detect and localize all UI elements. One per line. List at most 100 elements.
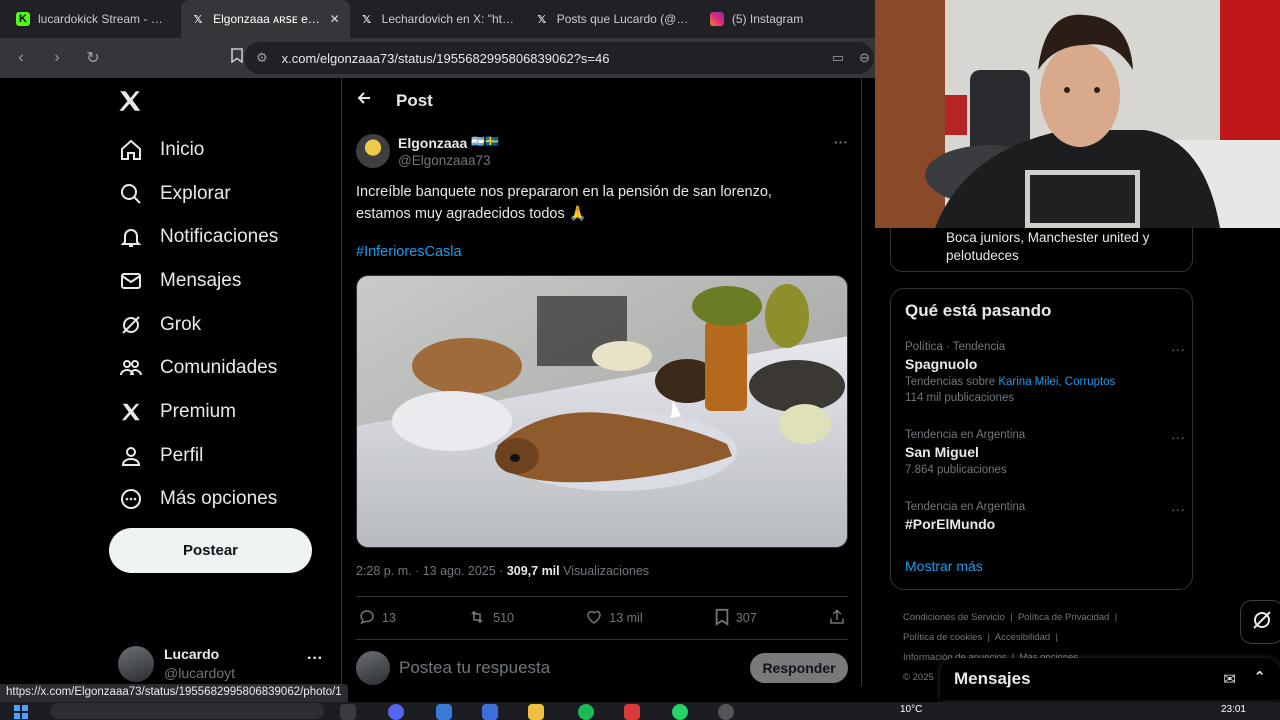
communities-icon (118, 355, 144, 381)
status-url: https://x.com/Elgonzaaa73/status/1955682… (0, 684, 348, 702)
bookmark-count: 307 (735, 611, 757, 625)
share-icon (828, 608, 846, 629)
repost-action[interactable]: 510 (467, 608, 514, 629)
views-count: 309,7 mil (506, 564, 560, 578)
expand-icon[interactable]: ⌃ (1253, 668, 1266, 686)
clock-app-icon[interactable] (718, 704, 734, 720)
bell-icon (118, 224, 144, 250)
bookmark-icon (714, 608, 730, 629)
close-icon[interactable]: ✕ (330, 12, 340, 26)
new-message-icon[interactable]: ✉ (1223, 670, 1236, 688)
repost-icon (467, 608, 487, 629)
author-avatar[interactable] (356, 134, 390, 168)
author-name[interactable]: Elgonzaaa (398, 135, 467, 151)
tweet-text: Increíble banquete nos prepararon en la … (356, 184, 772, 222)
author-handle[interactable]: @Elgonzaaa73 (398, 153, 491, 168)
main-column: Post Elgonzaaa 🇦🇷🇸🇪 @Elgonzaaa73 ··· Inc… (342, 78, 862, 686)
sidebar-item-mas-opciones[interactable]: Más opciones (118, 479, 277, 519)
messages-drawer-title: Mensajes (954, 669, 1031, 688)
cast-icon[interactable]: ▭ (832, 50, 844, 66)
x-icon: 𝕏 (362, 13, 372, 26)
like-action[interactable]: 13 mil (585, 608, 643, 629)
reply-button[interactable]: Responder (750, 653, 848, 683)
sidebar: Inicio Explorar Notificaciones Mensajes … (0, 78, 342, 686)
tab-posts-lucardo[interactable]: 𝕏 Posts que Lucardo (@lucar (525, 0, 700, 38)
obs-icon[interactable] (624, 704, 640, 720)
x-premium-icon (118, 399, 144, 425)
browser-toolbar: ‹ › ↻ ⚙ x.com/elgonzaaa73/status/1955682… (0, 38, 875, 78)
app-icon[interactable] (482, 704, 498, 720)
discord-icon[interactable] (388, 704, 404, 720)
back-icon[interactable]: ‹ (10, 49, 32, 67)
taskbar-search[interactable] (50, 703, 324, 719)
views-label: Visualizaciones (563, 564, 650, 578)
sidebar-item-premium[interactable]: Premium (118, 392, 236, 432)
task-view-icon[interactable] (340, 704, 356, 720)
spotify-icon[interactable] (578, 704, 594, 720)
back-arrow-icon[interactable] (356, 90, 372, 111)
trend-item[interactable]: Política · Tendencia Spagnuolo Tendencia… (905, 341, 1185, 404)
hashtag-link[interactable]: #InferioresCasla (356, 244, 462, 260)
whatsapp-icon[interactable] (672, 704, 688, 720)
trends-panel: Qué está pasando Política · Tendencia Sp… (890, 288, 1193, 590)
x-logo-icon[interactable] (117, 88, 147, 118)
address-bar[interactable]: ⚙ x.com/elgonzaaa73/status/1955682995806… (244, 42, 874, 74)
tab-instagram[interactable]: (5) Instagram (700, 0, 875, 38)
folder-icon[interactable] (528, 704, 544, 720)
avatar (118, 646, 154, 682)
grok-floating-button[interactable] (1240, 600, 1280, 644)
messages-drawer[interactable]: Mensajes ✉ ⌃ (940, 658, 1280, 700)
like-count: 13 mil (609, 611, 643, 625)
account-switcher[interactable]: Lucardo @lucardoyt ··· (118, 644, 333, 686)
reply-icon (358, 608, 376, 629)
trend-item[interactable]: Tendencia en Argentina #PorElMundo ··· (905, 501, 1185, 532)
share-action[interactable] (828, 608, 846, 629)
bookmark-action[interactable]: 307 (714, 608, 757, 629)
forward-icon[interactable]: › (46, 49, 68, 67)
tab-elgonzaaa[interactable]: 𝕏 Elgonzaaa ᴀʀꜱᴇ en X: "Incre ✕ (181, 0, 350, 38)
sidebar-item-comunidades[interactable]: Comunidades (118, 348, 277, 388)
more-dots-icon[interactable]: ··· (834, 134, 848, 150)
sidebar-item-perfil[interactable]: Perfil (118, 436, 203, 476)
reply-count: 13 (382, 611, 396, 625)
more-dots-icon[interactable]: ··· (1171, 429, 1185, 445)
reply-action[interactable]: 13 (358, 608, 396, 629)
tweet-photo[interactable] (356, 275, 848, 548)
grok-icon (1250, 608, 1274, 637)
show-more-link[interactable]: Mostrar más (905, 558, 983, 574)
weather-text: 10°C (900, 704, 923, 715)
kick-icon: K (16, 12, 30, 26)
tab-kick[interactable]: K lucardokick Stream - Watch (6, 0, 181, 38)
browser-tab-strip: K lucardokick Stream - Watch 𝕏 Elgonzaaa… (0, 0, 875, 38)
sidebar-item-inicio[interactable]: Inicio (118, 130, 204, 170)
post-timestamp[interactable]: 2:28 p. m. · 13 ago. 2025 · (356, 564, 503, 578)
post-metadata: 2:28 p. m. · 13 ago. 2025 · 309,7 mil Vi… (356, 564, 649, 578)
more-dots-icon[interactable]: ··· (1171, 501, 1185, 517)
zoom-icon[interactable]: ⊖ (859, 50, 870, 66)
x-icon: 𝕏 (537, 13, 547, 26)
sidebar-item-mensajes[interactable]: Mensajes (118, 261, 241, 301)
post-button[interactable]: Postear (109, 528, 312, 573)
trend-item[interactable]: Tendencia en Argentina San Miguel 7.864 … (905, 429, 1185, 476)
more-dots-icon[interactable]: ··· (307, 650, 323, 668)
reply-composer: Postea tu respuesta Responder (356, 650, 848, 686)
trends-title: Qué está pasando (905, 301, 1052, 320)
reply-input[interactable]: Postea tu respuesta (399, 658, 550, 678)
more-dots-icon[interactable]: ··· (1171, 341, 1185, 357)
taskbar: 10°C 23:01 (0, 702, 1280, 720)
post-author: Elgonzaaa 🇦🇷🇸🇪 @Elgonzaaa73 ··· (356, 134, 848, 174)
sidebar-item-grok[interactable]: Grok (118, 305, 201, 345)
tab-lechardovich[interactable]: 𝕏 Lechardovich en X: "https:/ (350, 0, 525, 38)
site-info-icon[interactable]: ⚙ (256, 50, 268, 66)
photos-icon[interactable] (436, 704, 452, 720)
repost-count: 510 (493, 611, 515, 625)
x-icon: 𝕏 (193, 13, 203, 26)
author-flags: 🇦🇷🇸🇪 (471, 136, 499, 148)
taskbar-clock[interactable]: 23:01 (1221, 704, 1246, 715)
sidebar-item-notificaciones[interactable]: Notificaciones (118, 217, 278, 257)
reload-icon[interactable]: ↻ (82, 48, 104, 68)
windows-start-icon[interactable] (14, 705, 28, 719)
post-actions: 13 510 13 mil 307 (356, 596, 848, 640)
sidebar-item-explorar[interactable]: Explorar (118, 174, 231, 214)
who-to-follow-card[interactable]: Boca juniors, Manchester united y pelotu… (890, 226, 1193, 272)
